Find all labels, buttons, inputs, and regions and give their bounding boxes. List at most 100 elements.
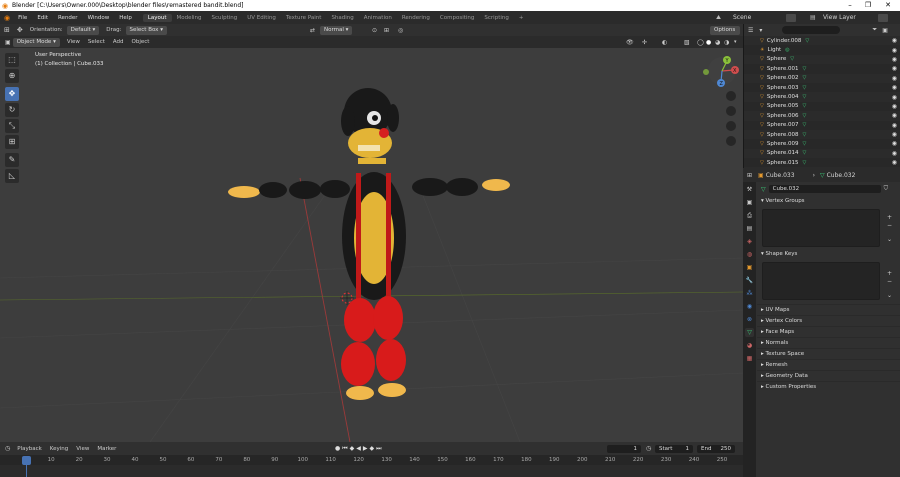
transform-tool-icon[interactable]: ⊞ bbox=[5, 135, 19, 149]
blender-menu-icon[interactable]: ◉ bbox=[0, 14, 13, 22]
tab-sculpting[interactable]: Sculpting bbox=[207, 14, 243, 22]
world-tab-icon[interactable]: ◍ bbox=[745, 250, 754, 259]
outliner-row[interactable]: ▽ Cylinder.008 ▽ ◉ bbox=[744, 36, 900, 45]
visibility-icon[interactable]: 👁 bbox=[626, 39, 634, 46]
playhead[interactable] bbox=[22, 456, 31, 465]
move-tool-icon[interactable]: ✥ bbox=[5, 87, 19, 101]
xray-icon[interactable]: ▧ bbox=[684, 39, 690, 46]
tab-modeling[interactable]: Modeling bbox=[172, 14, 207, 22]
outliner-row[interactable]: ☀ Light ◎ ◉ bbox=[744, 45, 900, 55]
timeline-area[interactable]: 1102030405060708090100110120130140150160… bbox=[0, 455, 743, 477]
texture-tab-icon[interactable]: ▦ bbox=[745, 354, 754, 363]
jump-start-icon[interactable]: ⏮ bbox=[342, 445, 347, 453]
visibility-eye-icon[interactable]: ◉ bbox=[892, 56, 897, 63]
visibility-eye-icon[interactable]: ◉ bbox=[892, 140, 897, 147]
scale-tool-icon[interactable]: ⤡ bbox=[5, 119, 19, 133]
shading-options-icon[interactable]: ▾ bbox=[734, 39, 737, 45]
solid-shading-icon[interactable]: ● bbox=[706, 39, 711, 46]
output-tab-icon[interactable]: ⎙ bbox=[745, 211, 754, 220]
vertex-group-menu-icon[interactable]: ⌄ bbox=[887, 236, 892, 243]
mode-dropdown[interactable]: Object Mode ▾ bbox=[12, 37, 60, 47]
data-tab-icon[interactable]: ▽ bbox=[745, 328, 754, 337]
outliner-search-input[interactable] bbox=[782, 26, 841, 34]
shape-key-menu-icon[interactable]: ⌄ bbox=[887, 292, 892, 299]
menu-window[interactable]: Window bbox=[83, 15, 115, 21]
gizmo-neg-y-icon[interactable] bbox=[703, 69, 709, 75]
new-collection-icon[interactable]: ▣ bbox=[882, 27, 888, 34]
outliner-row[interactable]: ▽ Sphere.014 ▽ ◉ bbox=[744, 149, 900, 158]
outliner-row[interactable]: ▽ Sphere.009 ▽ ◉ bbox=[744, 139, 900, 149]
scene-browse-icon[interactable] bbox=[786, 13, 796, 22]
start-frame-field[interactable]: Start 1 bbox=[655, 444, 693, 453]
tab-animation[interactable]: Animation bbox=[359, 14, 397, 22]
viewport-menu-select[interactable]: Select bbox=[84, 39, 109, 45]
visibility-eye-icon[interactable]: ◉ bbox=[892, 65, 897, 72]
visibility-eye-icon[interactable]: ◉ bbox=[892, 47, 897, 54]
play-icon[interactable]: ▶ bbox=[363, 445, 368, 452]
timeline-menu-view[interactable]: View bbox=[72, 446, 93, 452]
properties-section[interactable]: ▸ Face Maps bbox=[757, 326, 900, 337]
current-frame-field[interactable]: 1 bbox=[607, 444, 641, 453]
rotate-tool-icon[interactable]: ↻ bbox=[5, 103, 19, 117]
add-workspace-button[interactable]: + bbox=[514, 14, 529, 22]
shape-keys-list[interactable] bbox=[762, 262, 880, 300]
object-tab-icon[interactable]: ▣ bbox=[745, 263, 754, 272]
outliner-row[interactable]: ▽ Sphere.001 ▽ ◉ bbox=[744, 64, 900, 74]
navigation-gizmo[interactable]: X Y Z bbox=[703, 56, 739, 87]
maximize-button[interactable]: ❐ bbox=[858, 0, 878, 11]
timeline-ruler[interactable] bbox=[0, 455, 743, 465]
view-layer-tab-icon[interactable]: ▤ bbox=[745, 224, 754, 233]
visibility-eye-icon[interactable]: ◉ bbox=[892, 112, 897, 119]
viewport-menu-object[interactable]: Object bbox=[128, 39, 154, 45]
3d-viewport[interactable]: X Y Z User Perspective (1) Collection | … bbox=[0, 48, 743, 442]
tab-layout[interactable]: Layout bbox=[142, 13, 172, 22]
zoom-icon[interactable] bbox=[726, 91, 736, 101]
prev-key-icon[interactable]: ◆ bbox=[350, 445, 355, 452]
outliner-row[interactable]: ▽ Sphere ▽ ◉ bbox=[744, 55, 900, 64]
constraints-tab-icon[interactable]: ⊗ bbox=[745, 315, 754, 324]
mesh-datablock-field[interactable]: Cube.032 bbox=[768, 185, 881, 193]
visibility-eye-icon[interactable]: ◉ bbox=[892, 37, 897, 44]
outliner-row[interactable]: ▽ Sphere.002 ▽ ◉ bbox=[744, 74, 900, 83]
menu-file[interactable]: File bbox=[13, 15, 32, 21]
properties-section[interactable]: ▸ Normals bbox=[757, 337, 900, 348]
properties-section[interactable]: ▸ Geometry Data bbox=[757, 370, 900, 381]
remove-shape-key-icon[interactable]: − bbox=[887, 278, 892, 285]
properties-section[interactable]: ▸ Remesh bbox=[757, 359, 900, 370]
menu-edit[interactable]: Edit bbox=[32, 15, 53, 21]
render-tab-icon[interactable]: ▣ bbox=[745, 198, 754, 207]
view-layer-selector[interactable]: View Layer bbox=[823, 14, 856, 21]
visibility-eye-icon[interactable]: ◉ bbox=[892, 103, 897, 110]
viewport-menu-add[interactable]: Add bbox=[109, 39, 128, 45]
tool-tab-icon[interactable]: ⚒ bbox=[745, 185, 754, 194]
timeline-menu-playback[interactable]: Playback bbox=[13, 446, 46, 452]
editor-type-icon[interactable]: ⊞ bbox=[0, 26, 14, 34]
timeline-editor-icon[interactable]: ◷ bbox=[0, 445, 13, 452]
scene-selector[interactable]: Scene bbox=[733, 14, 751, 21]
select-box-tool-icon[interactable]: ⬚ bbox=[5, 53, 19, 67]
menu-render[interactable]: Render bbox=[53, 15, 83, 21]
close-button[interactable]: ✕ bbox=[878, 0, 898, 11]
physics-tab-icon[interactable]: ◉ bbox=[745, 302, 754, 311]
shape-keys-panel[interactable]: ▾ Shape Keys bbox=[757, 249, 900, 260]
transform-icon[interactable]: ✥ bbox=[14, 26, 26, 34]
visibility-eye-icon[interactable]: ◉ bbox=[892, 94, 897, 101]
properties-section[interactable]: ▸ Vertex Colors bbox=[757, 315, 900, 326]
cursor-tool-icon[interactable]: ⊕ bbox=[5, 69, 19, 83]
timeline-menu-keying[interactable]: Keying bbox=[46, 446, 72, 452]
camera-view-icon[interactable] bbox=[726, 121, 736, 131]
vertex-groups-list[interactable] bbox=[762, 209, 880, 247]
outliner-editor-icon[interactable]: ☰ bbox=[744, 27, 757, 34]
viewport-menu-view[interactable]: View bbox=[63, 39, 84, 45]
outliner-row[interactable]: ▽ Sphere.007 ▽ ◉ bbox=[744, 120, 900, 130]
tab-scripting[interactable]: Scripting bbox=[479, 14, 513, 22]
outliner-filter-icon[interactable]: ▾ bbox=[757, 27, 764, 34]
play-reverse-icon[interactable]: ◀ bbox=[356, 445, 361, 452]
fake-user-icon[interactable]: ⛉ bbox=[884, 185, 889, 193]
visibility-eye-icon[interactable]: ◉ bbox=[892, 75, 897, 82]
remove-vertex-group-icon[interactable]: − bbox=[887, 222, 892, 229]
visibility-eye-icon[interactable]: ◉ bbox=[892, 131, 897, 138]
material-shading-icon[interactable]: ◕ bbox=[715, 39, 720, 46]
view-layer-browse-icon[interactable] bbox=[878, 13, 888, 22]
modifier-tab-icon[interactable]: 🔧 bbox=[745, 276, 754, 285]
